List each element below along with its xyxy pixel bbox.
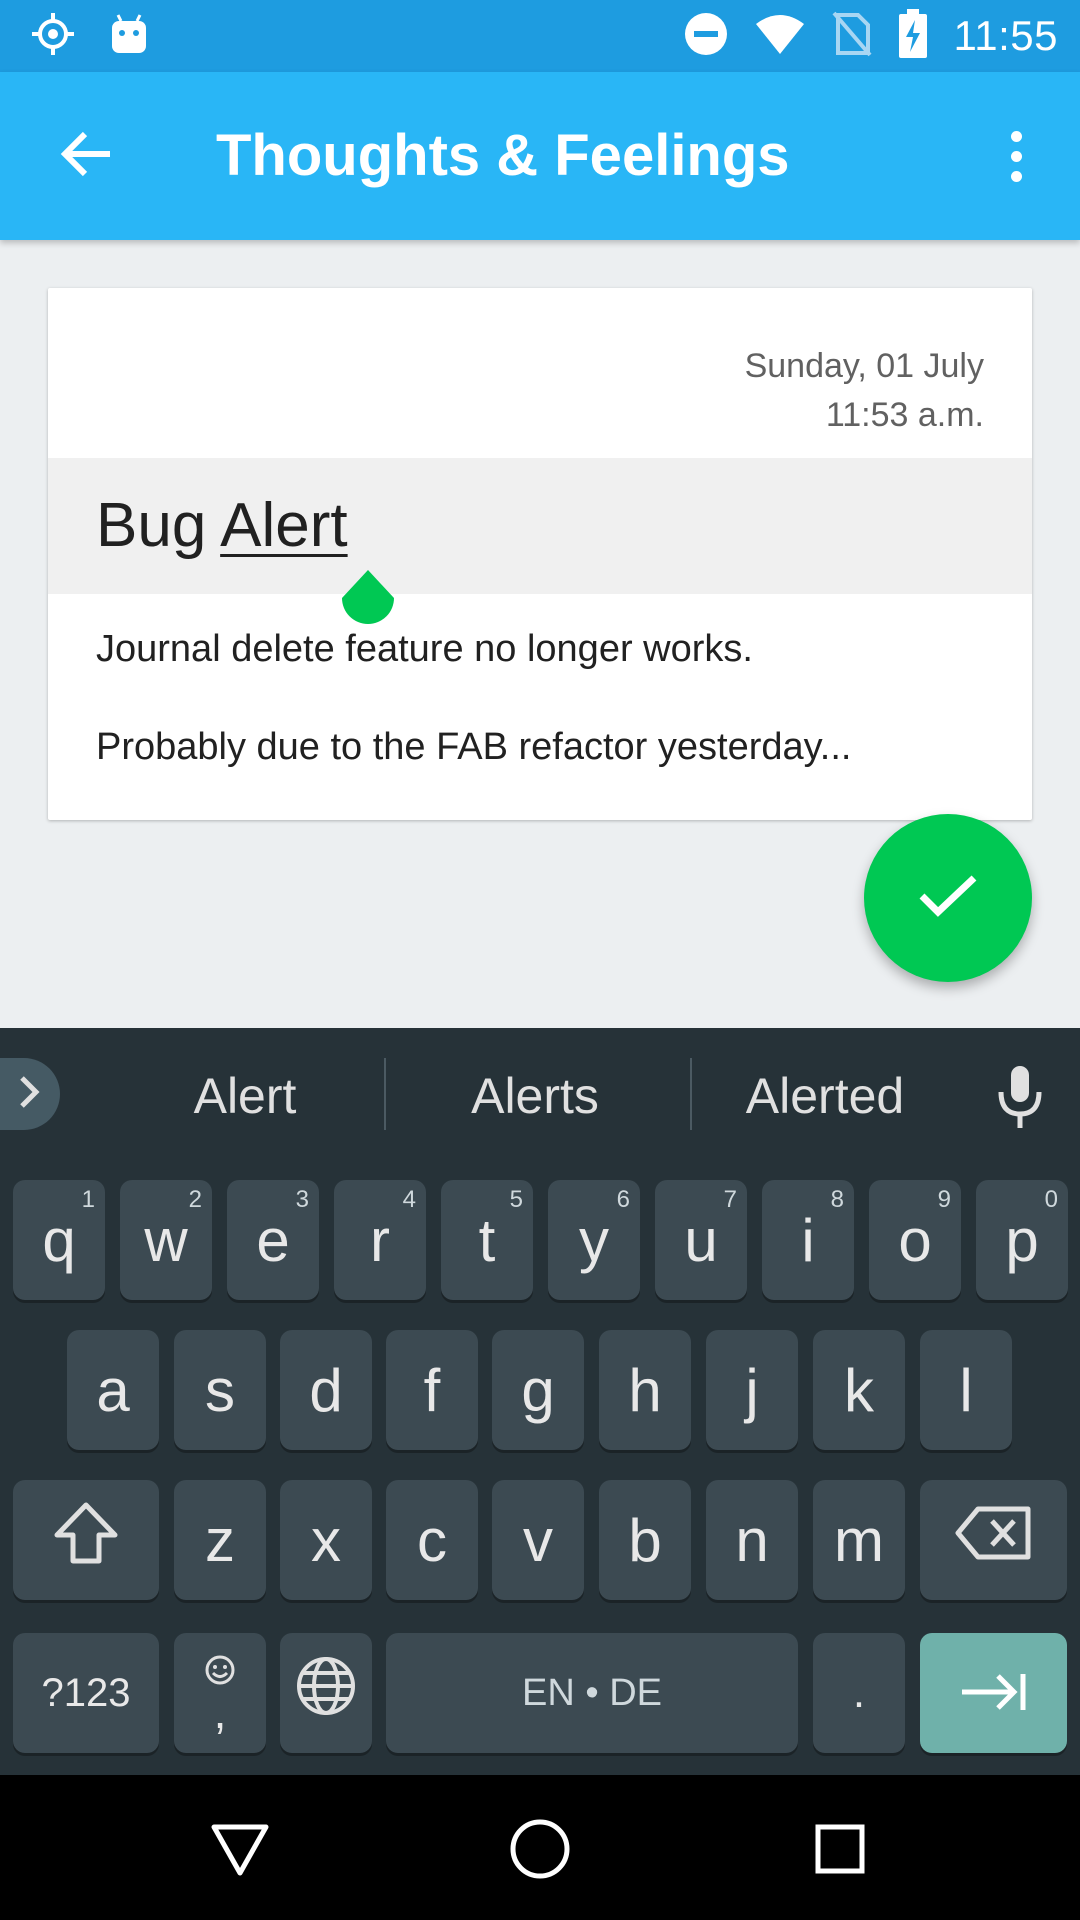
home-circle-icon [509,1818,571,1885]
check-icon [918,872,978,925]
status-bar: 11:55 [0,0,1080,72]
title-word-composing: Alert [220,491,348,560]
key-t[interactable]: t5 [441,1180,533,1300]
save-fab[interactable] [864,814,1032,982]
more-vert-icon [1010,170,1022,182]
key-k[interactable]: k [813,1330,905,1450]
soft-keyboard: Alert Alerts Alerted q1 w2 e3 r4 t5 y6 u… [0,1028,1080,1775]
tab-arrow-icon [960,1659,1028,1728]
status-time: 11:55 [953,12,1058,59]
more-vert-icon [1010,130,1022,142]
title-word: Bug [96,491,207,560]
suggestion-item[interactable]: Alert [130,1062,360,1130]
shift-icon [51,1501,121,1579]
page-title: Thoughts & Feelings [216,123,790,188]
wifi-icon [754,12,806,61]
symbols-key[interactable]: ?123 [13,1633,159,1753]
suggestion-item[interactable]: Alerts [420,1062,650,1130]
key-x[interactable]: x [280,1480,372,1600]
key-h[interactable]: h [599,1330,691,1450]
expand-suggestions-button[interactable] [0,1058,60,1130]
key-e[interactable]: e3 [227,1180,319,1300]
backspace-key[interactable] [920,1480,1067,1600]
key-y[interactable]: y6 [548,1180,640,1300]
entry-datetime[interactable]: Sunday, 01 July 11:53 a.m. [745,342,984,440]
key-o[interactable]: o9 [869,1180,961,1300]
suggestion-item[interactable]: Alerted [710,1062,940,1130]
entry-date: Sunday, 01 July [744,347,984,385]
suggestion-strip: Alert Alerts Alerted [0,1028,1080,1158]
arrow-back-icon [60,131,112,182]
suggestion-divider [384,1058,386,1130]
period-key[interactable]: . [813,1633,905,1753]
key-q[interactable]: q1 [13,1180,105,1300]
entry-title-field[interactable]: Bug Alert [48,458,1032,594]
voice-input-button[interactable] [990,1062,1050,1132]
microphone-icon [990,1066,1050,1136]
nav-home-button[interactable] [500,1811,580,1891]
key-w[interactable]: w2 [120,1180,212,1300]
key-c[interactable]: c [386,1480,478,1600]
more-options-button[interactable] [992,120,1040,192]
key-i[interactable]: i8 [762,1180,854,1300]
back-button[interactable] [50,120,122,192]
do-not-disturb-icon [684,12,728,61]
shift-key[interactable] [13,1480,159,1600]
emoji-comma-key[interactable]: , [174,1633,266,1753]
entry-body-line[interactable]: Probably due to the FAB refactor yesterd… [96,722,851,772]
gps-icon [30,11,76,62]
chevron-right-icon [18,1074,42,1115]
key-s[interactable]: s [174,1330,266,1450]
battery-charging-icon [898,8,928,64]
key-d[interactable]: d [280,1330,372,1450]
journal-entry-card: Sunday, 01 July 11:53 a.m. Bug Alert Jou… [48,288,1032,820]
android-icon [110,13,148,60]
more-vert-icon [1010,150,1022,162]
language-key[interactable] [280,1633,372,1753]
entry-title-text[interactable]: Bug Alert [96,488,348,564]
nav-back-button[interactable] [200,1811,280,1891]
key-u[interactable]: u7 [655,1180,747,1300]
key-z[interactable]: z [174,1480,266,1600]
entry-body-line[interactable]: Journal delete feature no longer works. [96,624,753,674]
key-n[interactable]: n [706,1480,798,1600]
back-triangle-icon [210,1821,270,1882]
key-g[interactable]: g [492,1330,584,1450]
app-bar: Thoughts & Feelings [0,72,1080,240]
nav-recents-button[interactable] [800,1811,880,1891]
text-cursor-handle[interactable] [338,570,398,642]
comma-label: , [213,1686,227,1738]
key-j[interactable]: j [706,1330,798,1450]
backspace-icon [954,1505,1034,1575]
entry-time: 11:53 a.m. [825,396,984,434]
space-key[interactable]: EN • DE [386,1633,798,1753]
globe-icon [295,1655,357,1731]
key-f[interactable]: f [386,1330,478,1450]
key-a[interactable]: a [67,1330,159,1450]
key-v[interactable]: v [492,1480,584,1600]
no-sim-icon [831,11,872,62]
navigation-bar [0,1775,1080,1920]
suggestion-divider [690,1058,692,1130]
key-m[interactable]: m [813,1480,905,1600]
key-r[interactable]: r4 [334,1180,426,1300]
key-p[interactable]: p0 [976,1180,1068,1300]
key-b[interactable]: b [599,1480,691,1600]
key-l[interactable]: l [920,1330,1012,1450]
next-field-key[interactable] [920,1633,1067,1753]
recents-square-icon [814,1823,866,1880]
